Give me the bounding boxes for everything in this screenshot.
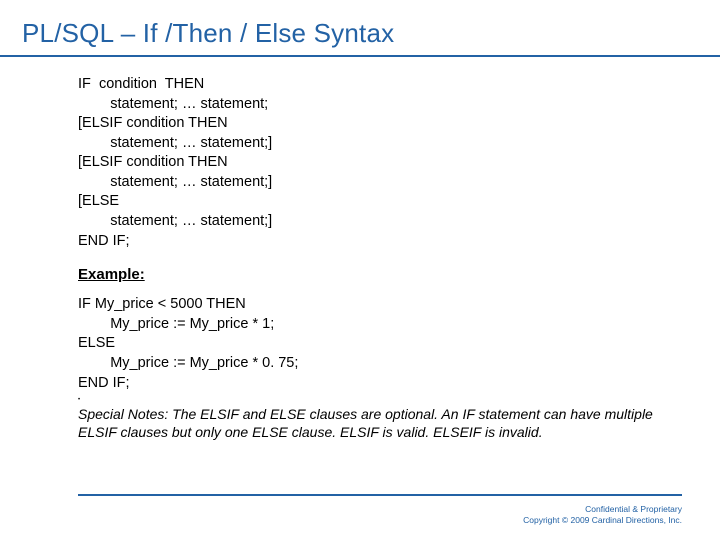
footer-divider <box>78 494 682 496</box>
syntax-block: IF condition THEN statement; … statement… <box>78 75 720 251</box>
page-title: PL/SQL – If /Then / Else Syntax <box>0 0 720 55</box>
example-block: IF My_price < 5000 THEN My_price := My_p… <box>78 295 720 393</box>
bullet-dot: • <box>78 397 720 403</box>
footer-confidential: Confidential & Proprietary <box>523 504 682 515</box>
footer-copyright: Copyright © 2009 Cardinal Directions, In… <box>523 515 682 526</box>
footer-text: Confidential & Proprietary Copyright © 2… <box>523 504 682 526</box>
example-heading: Example: <box>78 265 720 285</box>
special-notes: Special Notes: The ELSIF and ELSE clause… <box>78 405 720 441</box>
content-area: IF condition THEN statement; … statement… <box>0 57 720 442</box>
